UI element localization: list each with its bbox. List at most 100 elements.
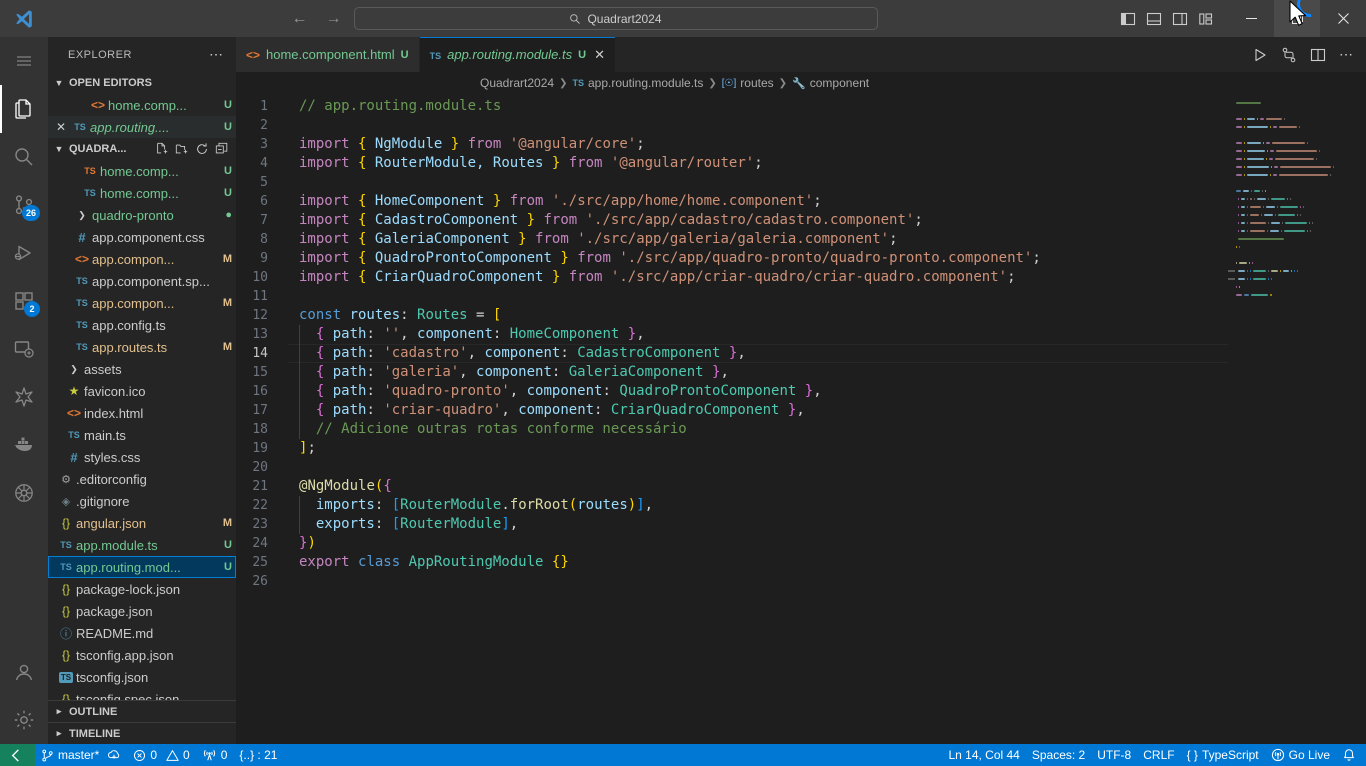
- code-line[interactable]: 20: [236, 458, 1228, 477]
- status-encoding[interactable]: UTF-8: [1091, 744, 1137, 766]
- remote-host-button[interactable]: [0, 744, 35, 766]
- collapse-all-icon[interactable]: [214, 141, 230, 157]
- sidebar-item-testing[interactable]: [0, 373, 48, 421]
- tree-item[interactable]: TS app.module.ts U: [48, 534, 236, 556]
- code-line[interactable]: 10 import { CriarQuadroComponent } from '…: [236, 268, 1228, 287]
- tree-item[interactable]: TS app.component.sp...: [48, 270, 236, 292]
- status-ports[interactable]: 0: [196, 744, 234, 766]
- sidebar-item-source-control[interactable]: 26: [0, 181, 48, 229]
- code-line[interactable]: 12 const routes: Routes = [: [236, 306, 1228, 325]
- timeline-panel-header[interactable]: ▸ TIMELINE: [48, 722, 236, 744]
- code-line[interactable]: 21 @NgModule({: [236, 477, 1228, 496]
- tree-item[interactable]: {} tsconfig.spec.json: [48, 688, 236, 701]
- back-arrow-icon[interactable]: ←: [290, 10, 310, 27]
- tree-item[interactable]: TS app.routes.ts M: [48, 336, 236, 358]
- code-line[interactable]: 19];: [236, 439, 1228, 458]
- code-line[interactable]: 6 import { HomeComponent } from './src/ap…: [236, 192, 1228, 211]
- tree-item[interactable]: TS app.compon... M: [48, 292, 236, 314]
- code-line[interactable]: 15 { path: 'galeria', component: Galeria…: [236, 363, 1228, 382]
- split-editor-icon[interactable]: [1310, 47, 1326, 63]
- breadcrumb-item-project[interactable]: Quadrart2024: [480, 76, 554, 90]
- new-file-icon[interactable]: [154, 141, 170, 157]
- code-line[interactable]: 17 { path: 'criar-quadro', component: Cr…: [236, 401, 1228, 420]
- command-center-search[interactable]: Quadrart2024: [353, 7, 878, 30]
- more-actions-icon[interactable]: ⋯: [1339, 46, 1354, 63]
- code-line[interactable]: 3 import { NgModule } from '@angular/core…: [236, 135, 1228, 154]
- code-line[interactable]: 24}): [236, 534, 1228, 553]
- sidebar-item-kubernetes[interactable]: [0, 469, 48, 517]
- code-line[interactable]: 16 { path: 'quadro-pronto', component: Q…: [236, 382, 1228, 401]
- code-line[interactable]: 14 { path: 'cadastro', component: Cadast…: [236, 344, 1228, 363]
- code-line[interactable]: 11: [236, 287, 1228, 306]
- tree-item[interactable]: ◈ .gitignore: [48, 490, 236, 512]
- code-line[interactable]: 5: [236, 173, 1228, 192]
- status-brackets[interactable]: {..} : 21: [233, 744, 283, 766]
- tree-item[interactable]: ❯ quadro-pronto ●: [48, 204, 236, 226]
- forward-arrow-icon[interactable]: →: [324, 10, 344, 27]
- minimap[interactable]: [1228, 94, 1352, 744]
- toggle-secondary-sidebar-icon[interactable]: [1171, 10, 1188, 27]
- sync-changes-icon[interactable]: [107, 748, 121, 762]
- tree-item[interactable]: TS home.comp... U: [48, 160, 236, 182]
- code-line[interactable]: 22 imports: [RouterModule.forRoot(routes…: [236, 496, 1228, 515]
- status-indentation[interactable]: Spaces: 2: [1026, 744, 1091, 766]
- tree-item[interactable]: {} tsconfig.app.json: [48, 644, 236, 666]
- tree-item[interactable]: {} package-lock.json: [48, 578, 236, 600]
- code-line[interactable]: 26: [236, 572, 1228, 591]
- code-line[interactable]: 2: [236, 116, 1228, 135]
- tree-item[interactable]: TS home.comp... U: [48, 182, 236, 204]
- sidebar-more-actions-icon[interactable]: ⋯: [209, 46, 230, 63]
- refresh-icon[interactable]: [194, 141, 210, 157]
- sidebar-item-docker[interactable]: [0, 421, 48, 469]
- tree-item[interactable]: ❯ assets: [48, 358, 236, 380]
- code-line[interactable]: 23 exports: [RouterModule],: [236, 515, 1228, 534]
- settings-gear-icon[interactable]: [0, 696, 48, 744]
- code-content[interactable]: 1// app.routing.module.ts 2 3 import { NgMo…: [236, 94, 1228, 744]
- accounts-icon[interactable]: [0, 648, 48, 696]
- open-editor-close-icon[interactable]: ✕: [52, 120, 70, 134]
- toggle-panel-icon[interactable]: [1145, 10, 1162, 27]
- status-branch[interactable]: master*: [35, 744, 127, 766]
- tree-item[interactable]: {} angular.json M: [48, 512, 236, 534]
- tree-item[interactable]: ★ favicon.ico: [48, 380, 236, 402]
- run-code-icon[interactable]: [1252, 47, 1268, 63]
- status-problems[interactable]: 0 0: [127, 744, 195, 766]
- tree-item[interactable]: TS app.config.ts: [48, 314, 236, 336]
- code-editor[interactable]: 1// app.routing.module.ts 2 3 import { NgMo…: [236, 94, 1366, 744]
- breadcrumb-item-file[interactable]: TS app.routing.module.ts: [572, 76, 703, 90]
- tree-item[interactable]: ⚙ .editorconfig: [48, 468, 236, 490]
- tree-item[interactable]: # styles.css: [48, 446, 236, 468]
- code-line[interactable]: 18 // Adicione outras rotas conforme nec…: [236, 420, 1228, 439]
- outline-panel-header[interactable]: ▸ OUTLINE: [48, 700, 236, 722]
- project-folder-header[interactable]: ▼ QUADRA...: [48, 138, 236, 160]
- sidebar-item-extensions[interactable]: 2: [0, 277, 48, 325]
- code-line[interactable]: 13 { path: '', component: HomeComponent …: [236, 325, 1228, 344]
- sidebar-item-run-and-debug[interactable]: [0, 229, 48, 277]
- open-editors-header[interactable]: ▼ OPEN EDITORS: [48, 72, 236, 94]
- minimize-button[interactable]: [1228, 0, 1274, 37]
- tree-item[interactable]: <> index.html: [48, 402, 236, 424]
- code-line[interactable]: 9 import { QuadroProntoComponent } from '…: [236, 249, 1228, 268]
- customize-layout-icon[interactable]: [1197, 10, 1214, 27]
- sidebar-item-remote-explorer[interactable]: [0, 325, 48, 373]
- tree-item[interactable]: TS app.routing.mod... U: [48, 556, 236, 578]
- code-line[interactable]: 4 import { RouterModule, Routes } from '@…: [236, 154, 1228, 173]
- status-eol[interactable]: CRLF: [1137, 744, 1180, 766]
- status-language-mode[interactable]: { } TypeScript: [1181, 744, 1265, 766]
- tree-item[interactable]: # app.component.css: [48, 226, 236, 248]
- open-editor-item[interactable]: <> home.comp... U: [48, 94, 236, 116]
- close-button[interactable]: [1320, 0, 1366, 37]
- editor-vertical-scrollbar[interactable]: [1352, 94, 1366, 744]
- tree-item[interactable]: TS tsconfig.json: [48, 666, 236, 688]
- code-line[interactable]: 7 import { CadastroComponent } from './sr…: [236, 211, 1228, 230]
- new-folder-icon[interactable]: [174, 141, 190, 157]
- sidebar-item-search[interactable]: [0, 133, 48, 181]
- status-go-live[interactable]: Go Live: [1265, 744, 1336, 766]
- code-line[interactable]: 8 import { GaleriaComponent } from './src…: [236, 230, 1228, 249]
- tree-item[interactable]: <> app.compon... M: [48, 248, 236, 270]
- compare-changes-icon[interactable]: [1281, 47, 1297, 63]
- tab-close-icon[interactable]: ✕: [594, 47, 605, 63]
- breadcrumb-item-routes[interactable]: [☉] routes: [722, 76, 774, 90]
- open-editor-item[interactable]: ✕ TS app.routing.... U: [48, 116, 236, 138]
- toggle-primary-sidebar-icon[interactable]: [1119, 10, 1136, 27]
